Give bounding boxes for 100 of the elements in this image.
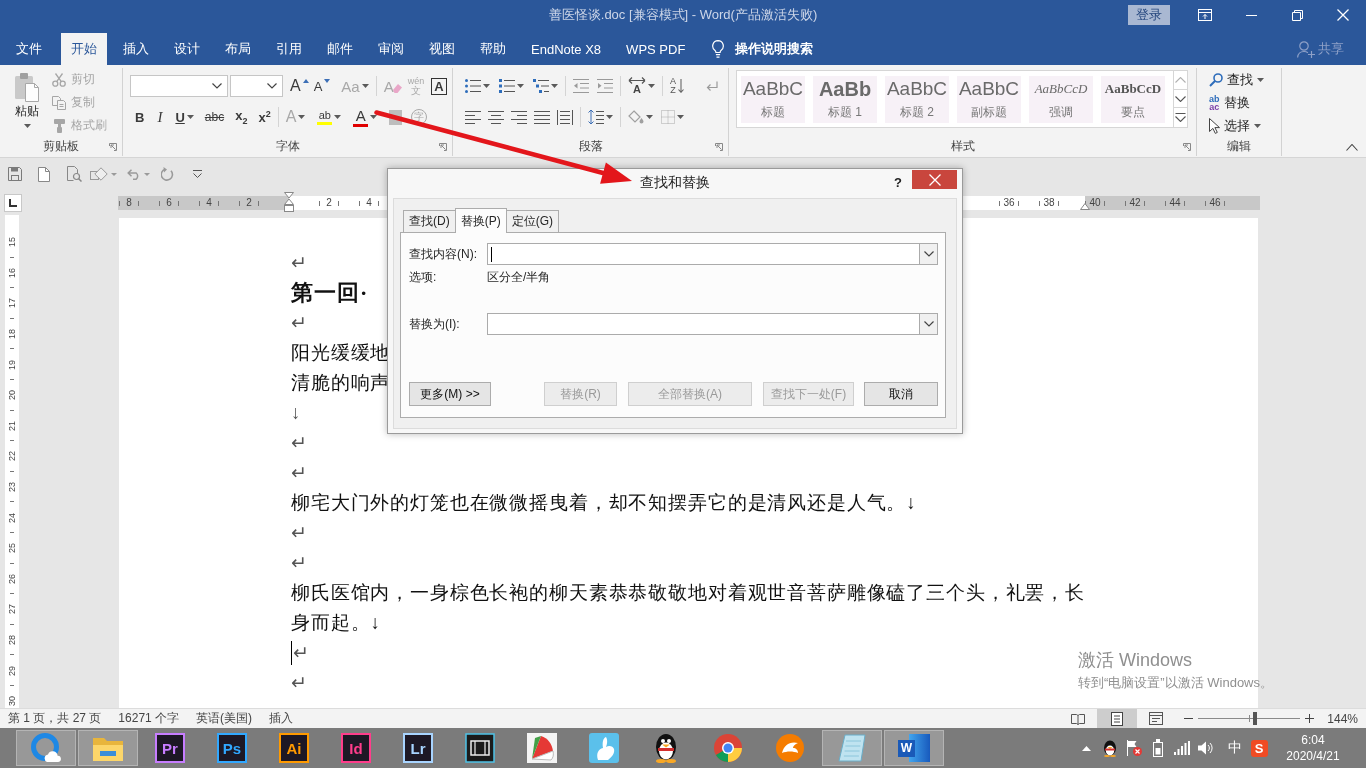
triangle-up-icon (302, 79, 309, 83)
chevron-up-icon (1175, 76, 1186, 83)
style-gallery-item[interactable]: AaBbC 标题 2 (885, 76, 949, 123)
dialog-tab[interactable]: 查找(D) (403, 210, 456, 232)
paragraph-mark: ↵ (291, 251, 308, 275)
ruler-number: 23 (7, 482, 17, 493)
select-button[interactable]: 选择 (1209, 114, 1281, 137)
ruler-number: 19 (7, 359, 17, 370)
ruler-number: 46 (1209, 196, 1221, 209)
style-name: 强调 (1049, 104, 1073, 121)
paste-button[interactable]: 粘贴 (6, 68, 48, 137)
ime-button[interactable]: S (1247, 733, 1271, 763)
ribbon-tab[interactable]: 文件 (4, 33, 54, 65)
underline-button[interactable]: U (173, 106, 196, 128)
print-layout-button[interactable] (1097, 709, 1138, 728)
style-gallery-item[interactable]: AaBbC 副标题 (957, 76, 1021, 123)
highlight-button[interactable]: ab (315, 106, 344, 128)
subscript-button[interactable]: x$_{2}$ (233, 106, 250, 128)
zoom-slider-thumb[interactable] (1253, 712, 1258, 725)
strikethrough-button[interactable]: abc (202, 106, 227, 128)
dialog-launcher-icon[interactable] (439, 142, 447, 151)
superscript-button[interactable]: x$^{2}$ (256, 106, 273, 128)
tell-me-search[interactable]: 操作说明搜索 (712, 33, 814, 65)
input-mode: 插入 (269, 710, 294, 727)
ribbon-tab[interactable]: 审阅 (366, 33, 416, 65)
style-name: 要点 (1121, 104, 1145, 121)
dropdown-button[interactable] (919, 314, 937, 334)
grow-font-button[interactable]: A (288, 75, 311, 97)
zoom-slider[interactable] (1198, 712, 1301, 725)
dialog-launcher-icon[interactable] (109, 142, 117, 151)
taskbar-button[interactable]: Pr (140, 730, 200, 766)
help-button[interactable]: ? (894, 174, 902, 191)
dropdown-button[interactable] (919, 244, 937, 264)
chevron-down-icon (212, 83, 222, 89)
ribbon-tab[interactable]: 设计 (162, 33, 212, 65)
indent-marker-icon[interactable] (284, 191, 294, 212)
ruler-number: 26 (7, 573, 17, 584)
input-method-button[interactable]: 中 (1223, 733, 1247, 763)
taskbar-button[interactable]: Ps (202, 730, 262, 766)
style-gallery-item[interactable]: AaBbCcD 要点 (1101, 76, 1165, 123)
close-button[interactable] (912, 170, 957, 189)
dialog-launcher-icon[interactable] (715, 142, 723, 151)
ribbon-tab[interactable]: WPS PDF (614, 33, 698, 65)
zoom-level[interactable]: 144% (1327, 711, 1358, 726)
find-field[interactable] (487, 243, 938, 265)
ribbon-tab[interactable]: 帮助 (468, 33, 518, 65)
tab-stop-selector[interactable] (4, 193, 22, 212)
more-button[interactable]: 更多(M) >> (409, 382, 491, 406)
ruler-number: 20 (7, 390, 17, 401)
font-name-field[interactable] (130, 75, 228, 97)
ribbon-tab[interactable]: 布局 (213, 33, 263, 65)
taskbar-button[interactable]: Lr (388, 730, 448, 766)
bold-button[interactable]: B (133, 106, 147, 128)
cancel-button[interactable]: 取消 (864, 382, 938, 406)
taskbar-button[interactable]: Id (326, 730, 386, 766)
outdent-icon (573, 79, 589, 93)
ime-logo: S (1250, 739, 1268, 757)
notepad-icon (838, 734, 866, 762)
collapse-ribbon-button[interactable] (1346, 144, 1358, 151)
style-gallery-item[interactable]: AaBbC 标题 (741, 76, 805, 123)
ribbon-tab[interactable]: EndNote X8 (519, 33, 614, 65)
find-button[interactable]: 查找 (1209, 68, 1281, 91)
font-color-button[interactable]: A (351, 106, 380, 128)
taskbar-button[interactable]: W (884, 730, 944, 766)
print-preview-button[interactable] (67, 163, 82, 185)
ribbon-tab[interactable]: 视图 (417, 33, 467, 65)
chevron-down-icon (923, 251, 934, 257)
group-label: 样式 (950, 138, 975, 155)
style-gallery-item[interactable]: AaBbCcD 强调 (1029, 76, 1093, 123)
ribbon-tab[interactable]: 插入 (111, 33, 161, 65)
replace-field[interactable] (487, 313, 938, 335)
italic-button[interactable]: I (155, 106, 165, 128)
asian-layout-button[interactable]: A (626, 75, 657, 97)
ribbon-tab[interactable]: 开始 (61, 33, 107, 65)
browser-icon (31, 733, 61, 763)
style-gallery-item[interactable]: AaBb 标题 1 (813, 76, 877, 123)
dialog-launcher-icon[interactable] (1183, 142, 1191, 151)
character-border-button[interactable]: A (429, 75, 449, 97)
right-indent-marker-icon[interactable] (1080, 202, 1090, 210)
taskbar-button[interactable]: Ai (264, 730, 324, 766)
animal-head-icon (775, 733, 805, 763)
shrink-font-button[interactable]: A (311, 75, 333, 97)
body-text: 柳宅大门外的灯笼也在微微摇曳着，却不知摆弄它的是清风还是人气。↓ (291, 491, 917, 515)
clock[interactable]: 6:04 2020/4/21 (1281, 730, 1345, 766)
sign-in-button[interactable]: 登录 (1128, 5, 1170, 25)
style-preview: AaBbCcD (1034, 80, 1088, 98)
dialog-tab[interactable]: 定位(G) (505, 210, 559, 232)
font-size-field[interactable] (230, 75, 283, 97)
book-icon (1071, 712, 1086, 725)
ribbon-tab[interactable]: 引用 (264, 33, 314, 65)
line-spacing-icon (588, 109, 604, 125)
sort-button[interactable]: A Z (668, 75, 686, 97)
ruler-number: 44 (1169, 196, 1181, 209)
browser-icon (713, 733, 743, 763)
ruler-number: 38 (1043, 196, 1055, 209)
caret-down-icon (646, 115, 653, 119)
dialog-tab[interactable]: 替换(P) (454, 208, 507, 233)
activation-hint: 转到“电脑设置”以激活 Windows。 (1078, 674, 1273, 692)
ribbon-tab[interactable]: 邮件 (315, 33, 365, 65)
dialog-title: 查找和替换 (640, 173, 710, 192)
